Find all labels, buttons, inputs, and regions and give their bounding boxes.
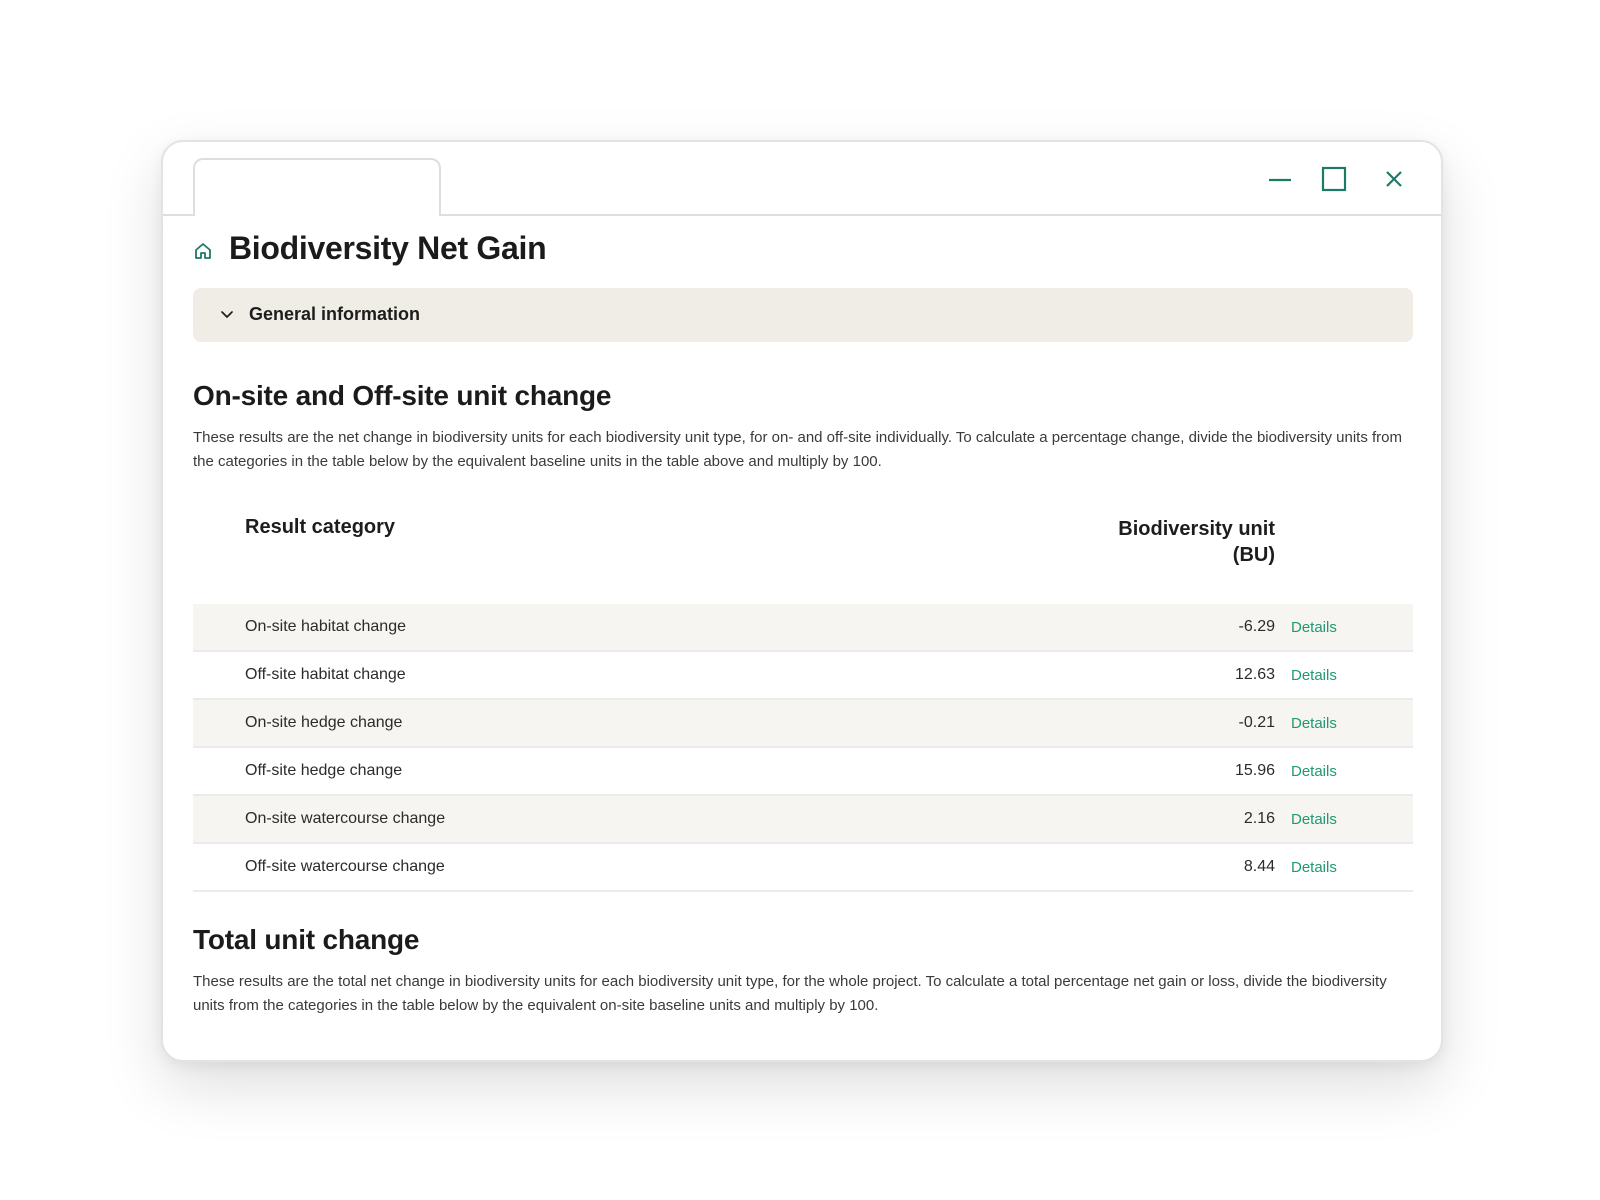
row-value: 12.63: [1234, 666, 1275, 683]
app-window: Biodiversity Net Gain General informatio…: [161, 140, 1443, 1062]
results-table: Result category Biodiversity unit (BU) O…: [193, 504, 1413, 892]
chevron-down-icon: [219, 306, 235, 322]
maximize-icon: [1321, 166, 1347, 192]
maximize-button[interactable]: [1319, 164, 1349, 194]
row-category: Off-site hedge change: [245, 762, 403, 779]
row-category: Off-site habitat change: [245, 666, 406, 683]
table-row: On-site habitat change -6.29 Details: [193, 604, 1413, 652]
close-icon: [1386, 171, 1402, 187]
details-link[interactable]: Details: [1291, 619, 1337, 636]
table-row: Off-site hedge change 15.96 Details: [193, 748, 1413, 796]
accordion-label: General information: [249, 304, 421, 324]
row-value: 2.16: [1243, 810, 1275, 827]
total-unit-change-title: Total unit change: [193, 924, 420, 955]
table-header: Result category Biodiversity unit (BU): [193, 504, 1413, 604]
unit-change-section-title: On-site and Off-site unit change: [193, 380, 612, 411]
details-link[interactable]: Details: [1291, 667, 1337, 684]
row-category: On-site hedge change: [245, 714, 403, 731]
minimize-icon: [1269, 178, 1291, 182]
unit-change-description: These results are the net change in biod…: [193, 429, 1403, 470]
main-content: Biodiversity Net Gain General informatio…: [193, 216, 1413, 1018]
page-title: Biodiversity Net Gain: [229, 230, 547, 266]
row-category: On-site habitat change: [245, 618, 406, 635]
table-row: On-site watercourse change 2.16 Details: [193, 796, 1413, 844]
table-row: Off-site watercourse change 8.44 Details: [193, 844, 1413, 892]
row-value: -0.21: [1238, 714, 1275, 731]
row-value: -6.29: [1238, 618, 1275, 635]
browser-tab[interactable]: [193, 158, 441, 216]
details-link[interactable]: Details: [1291, 859, 1337, 876]
table-row: Off-site habitat change 12.63 Details: [193, 652, 1413, 700]
page-header: Biodiversity Net Gain: [193, 216, 1413, 288]
details-link[interactable]: Details: [1291, 763, 1337, 780]
row-category: On-site watercourse change: [245, 810, 446, 827]
general-information-accordion[interactable]: General information: [193, 288, 1413, 342]
header-result-category: Result category: [245, 516, 396, 538]
row-value: 8.44: [1243, 858, 1275, 875]
home-icon[interactable]: [193, 241, 213, 261]
header-biodiversity-unit: Biodiversity unit (BU): [1118, 518, 1275, 566]
details-link[interactable]: Details: [1291, 811, 1337, 828]
details-link[interactable]: Details: [1291, 715, 1337, 732]
row-value: 15.96: [1234, 762, 1275, 779]
row-category: Off-site watercourse change: [245, 858, 445, 875]
total-unit-change-description: These results are the total net change i…: [193, 973, 1387, 1014]
close-button[interactable]: [1379, 164, 1409, 194]
title-bar: [163, 142, 1441, 216]
table-row: On-site hedge change -0.21 Details: [193, 700, 1413, 748]
minimize-button[interactable]: [1265, 164, 1295, 194]
